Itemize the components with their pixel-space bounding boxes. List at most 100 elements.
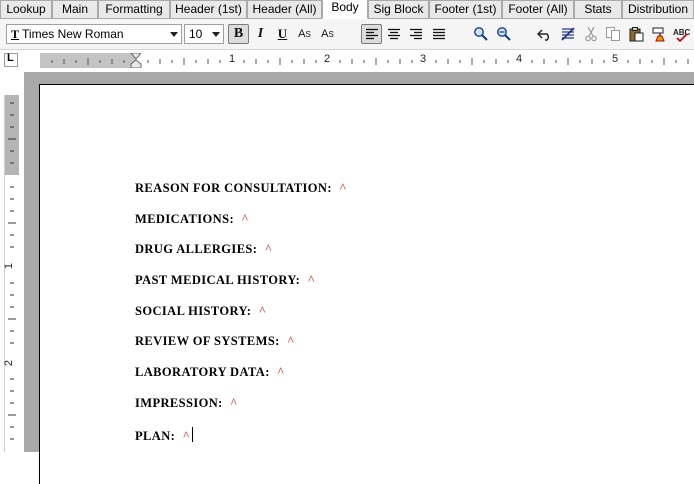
- line-impression[interactable]: IMPRESSION: ^: [135, 396, 237, 411]
- align-left-icon: [365, 28, 378, 40]
- tab-stats[interactable]: Stats: [574, 0, 622, 18]
- line-drug-allergies[interactable]: DRUG ALLERGIES: ^: [135, 242, 272, 257]
- line-label: LABORATORY DATA:: [135, 365, 270, 379]
- paste-button[interactable]: [625, 24, 646, 44]
- subscript-button[interactable]: AS: [317, 24, 338, 44]
- tab-header-1st[interactable]: Header (1st): [170, 0, 247, 18]
- font-icon: T: [11, 27, 20, 41]
- format-painter-button[interactable]: [648, 24, 669, 44]
- superscript-button[interactable]: AS: [294, 24, 315, 44]
- field-marker[interactable]: ^: [308, 273, 314, 287]
- svg-text:ABC: ABC: [673, 28, 691, 37]
- format-painter-icon: [652, 27, 665, 42]
- field-marker[interactable]: ^: [278, 365, 284, 379]
- vertical-ruler[interactable]: 1 2: [3, 95, 20, 452]
- tab-formatting[interactable]: Formatting: [98, 0, 170, 18]
- font-name-value: Times New Roman: [22, 27, 124, 41]
- align-center-icon: [387, 28, 400, 40]
- justify-button[interactable]: [428, 24, 449, 44]
- text-cursor: [192, 427, 194, 442]
- spell-check-button[interactable]: ABC: [671, 24, 692, 44]
- spell-check-icon: ABC: [673, 28, 691, 42]
- line-label: PLAN:: [135, 429, 176, 443]
- tab-sig-block[interactable]: Sig Block: [368, 0, 429, 18]
- chevron-down-icon: [212, 32, 220, 37]
- line-review-of-systems[interactable]: REVIEW OF SYSTEMS: ^: [135, 334, 294, 349]
- undo-button[interactable]: [534, 24, 555, 44]
- tab-footer-1st[interactable]: Footer (1st): [429, 0, 502, 18]
- line-medications[interactable]: MEDICATIONS: ^: [135, 212, 248, 227]
- field-marker[interactable]: ^: [183, 429, 189, 443]
- field-marker[interactable]: ^: [242, 212, 248, 226]
- vertical-ruler-ticks: [5, 95, 19, 440]
- bold-button[interactable]: B: [228, 24, 249, 44]
- ruler-number-3: 3: [420, 53, 427, 65]
- zoom-out-button[interactable]: [493, 24, 514, 44]
- formatting-toolbar: T Times New Roman 10 B I U AS AS ABC: [0, 19, 694, 50]
- ruler-number-5: 5: [612, 53, 619, 65]
- line-past-medical-history[interactable]: PAST MEDICAL HISTORY: ^: [135, 273, 314, 288]
- tab-body[interactable]: Body: [322, 0, 368, 19]
- cut-icon: [584, 26, 597, 42]
- document-page[interactable]: REASON FOR CONSULTATION: ^ MEDICATIONS: ^ …: [39, 84, 694, 484]
- ribbon-tab-bar: Lookup Main Formatting Header (1st) Head…: [0, 0, 694, 19]
- tab-lookup[interactable]: Lookup: [0, 0, 52, 18]
- align-right-icon: [409, 28, 422, 40]
- paste-icon: [629, 27, 643, 42]
- line-label: IMPRESSION:: [135, 396, 223, 410]
- field-marker[interactable]: ^: [340, 181, 346, 195]
- tab-main[interactable]: Main: [52, 0, 98, 18]
- field-marker[interactable]: ^: [288, 334, 294, 348]
- field-marker[interactable]: ^: [231, 396, 237, 410]
- align-left-button[interactable]: [361, 24, 382, 44]
- font-name-select[interactable]: T Times New Roman: [6, 24, 182, 44]
- copy-button[interactable]: [602, 24, 623, 44]
- line-label: DRUG ALLERGIES:: [135, 242, 258, 256]
- ruler-number-1: 1: [229, 53, 236, 65]
- line-label: PAST MEDICAL HISTORY:: [135, 273, 301, 287]
- tab-footer-all[interactable]: Footer (All): [502, 0, 574, 18]
- vruler-number-2: 2: [3, 359, 16, 367]
- superscript-mark: S: [305, 29, 311, 39]
- tab-stop-selector[interactable]: L: [4, 52, 18, 67]
- superscript-base: A: [298, 28, 306, 40]
- tab-distribution[interactable]: Distribution: [622, 0, 694, 18]
- line-laboratory-data[interactable]: LABORATORY DATA: ^: [135, 365, 284, 380]
- ruler-number-2: 2: [324, 53, 331, 65]
- chevron-down-icon: [170, 32, 178, 37]
- align-center-button[interactable]: [383, 24, 404, 44]
- line-plan[interactable]: PLAN: ^: [135, 427, 194, 444]
- font-size-select[interactable]: 10: [184, 24, 224, 44]
- ruler-number-4: 4: [516, 53, 523, 65]
- subscript-base: A: [321, 28, 329, 40]
- align-right-button[interactable]: [405, 24, 426, 44]
- field-marker[interactable]: ^: [259, 304, 265, 318]
- justify-icon: [432, 28, 445, 40]
- zoom-out-icon: [496, 27, 511, 41]
- zoom-in-button[interactable]: [470, 24, 491, 44]
- copy-icon: [605, 27, 620, 41]
- line-label: REVIEW OF SYSTEMS:: [135, 334, 280, 348]
- underline-button[interactable]: U: [272, 24, 293, 44]
- field-marker[interactable]: ^: [265, 242, 271, 256]
- line-label: MEDICATIONS:: [135, 212, 235, 226]
- italic-button[interactable]: I: [250, 24, 271, 44]
- vruler-number-1: 1: [3, 262, 16, 270]
- clear-format-icon: [560, 27, 575, 41]
- horizontal-ruler[interactable]: 1 2 3 4 5: [40, 53, 694, 68]
- cut-button[interactable]: [580, 24, 601, 44]
- line-label: SOCIAL HISTORY:: [135, 304, 252, 318]
- subscript-mark: S: [328, 29, 334, 39]
- horizontal-ruler-area: L 1 2 3 4 5: [0, 50, 694, 71]
- ruler-ticks: [51, 53, 694, 68]
- line-social-history[interactable]: SOCIAL HISTORY: ^: [135, 304, 266, 319]
- line-reason-for-consultation[interactable]: REASON FOR CONSULTATION: ^: [135, 181, 346, 196]
- line-label: REASON FOR CONSULTATION:: [135, 181, 332, 195]
- document-area: REASON FOR CONSULTATION: ^ MEDICATIONS: ^ …: [24, 72, 694, 484]
- zoom-in-icon: [473, 27, 488, 41]
- clear-format-button[interactable]: [557, 24, 578, 44]
- tab-stop-label: L: [7, 52, 14, 64]
- tab-header-all[interactable]: Header (All): [247, 0, 322, 18]
- font-size-value: 10: [189, 27, 203, 41]
- undo-icon: [536, 29, 549, 41]
